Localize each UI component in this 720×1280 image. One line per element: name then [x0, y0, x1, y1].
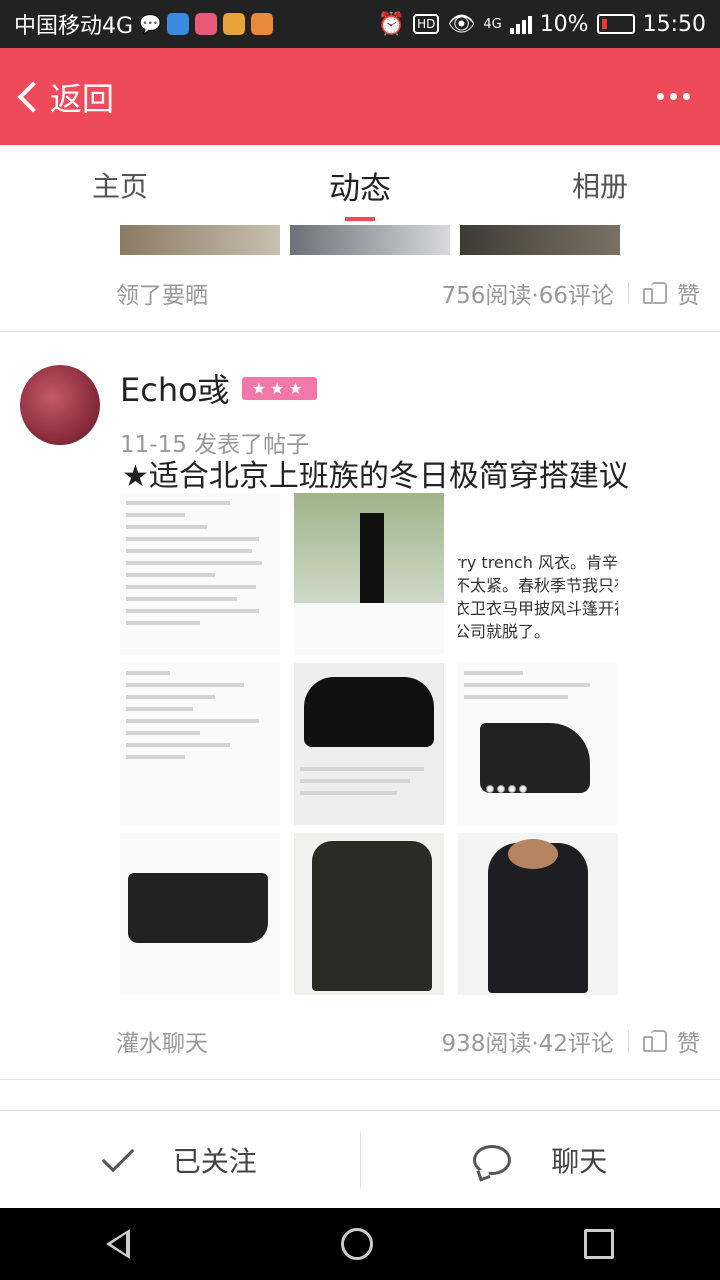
system-nav-bar: [0, 1208, 720, 1280]
check-icon: [101, 1139, 134, 1172]
app-notification-icon: [251, 13, 274, 35]
back-button[interactable]: 返回: [0, 74, 114, 120]
post-footer: 领了要晒 756阅读·66评论 赞: [0, 255, 720, 331]
post-image-order-screenshot[interactable]: [120, 663, 280, 825]
like-button[interactable]: 赞: [643, 1024, 700, 1058]
chevron-left-icon: [17, 80, 49, 113]
post-image-pearl-boots[interactable]: [458, 663, 618, 825]
text-lines-decoration: [126, 501, 274, 633]
post-image[interactable]: [290, 225, 450, 255]
post-image-chelsea-boot[interactable]: [120, 833, 280, 995]
nav-back-icon[interactable]: [105, 1229, 130, 1259]
chat-button[interactable]: 聊天: [361, 1140, 720, 1180]
post-image-loafers[interactable]: [294, 663, 444, 825]
tab-activity[interactable]: 动态: [240, 145, 480, 225]
post-separator: [0, 331, 720, 345]
tab-home[interactable]: 主页: [0, 145, 240, 225]
photo-decoration: [508, 839, 558, 869]
hd-icon: HD: [413, 14, 440, 34]
tab-label: 主页: [91, 170, 148, 203]
carrier-label: 中国移动4G: [14, 14, 134, 39]
divider: [628, 1030, 629, 1052]
photo-decoration: [304, 677, 434, 747]
photo-decoration: [312, 841, 432, 991]
photo-decoration: [128, 873, 268, 943]
follow-button[interactable]: 已关注: [0, 1139, 360, 1180]
previous-post-images: [0, 225, 720, 255]
nav-recent-apps-icon[interactable]: [584, 1229, 615, 1259]
post-stats: 756阅读·66评论: [441, 283, 614, 309]
like-button[interactable]: 赞: [643, 276, 700, 310]
message-icon: 💬: [139, 13, 162, 35]
alarm-icon: ⏰: [377, 11, 406, 37]
weibo-icon: [223, 13, 246, 35]
divider: [628, 282, 629, 304]
chat-label: 聊天: [551, 1144, 608, 1178]
thumbs-up-icon: [643, 1030, 667, 1052]
follow-label: 已关注: [172, 1144, 257, 1178]
post-image-puffer-jacket[interactable]: [294, 833, 444, 995]
nav-home-icon[interactable]: [340, 1228, 373, 1260]
network-label: 4G: [483, 16, 502, 32]
more-dots-icon: [657, 93, 664, 100]
eye-icon: 👁: [447, 11, 476, 37]
post-category[interactable]: 领了要晒: [116, 276, 208, 310]
signal-icon: [509, 14, 532, 34]
text-lines-decoration: [126, 671, 274, 767]
app-notification-icon: [195, 13, 218, 35]
avatar[interactable]: [20, 365, 100, 445]
photo-decoration: [294, 493, 444, 603]
image-caption-text: rry trench 风衣。肯辛顿 不太紧。春秋季节我只有 衣卫衣马甲披风斗篷开…: [458, 553, 618, 641]
tab-album[interactable]: 相册: [480, 145, 720, 225]
author-row: Echo彧 ★★★: [120, 365, 317, 411]
status-bar: 中国移动4G 💬 ⏰ HD 👁 4G 10% 15:50: [0, 0, 720, 48]
back-label: 返回: [50, 79, 115, 118]
bottom-action-bar: 已关注 聊天: [0, 1110, 720, 1208]
post-image-grid: rry trench 风衣。肯辛顿 不太紧。春秋季节我只有 衣卫衣马甲披风斗篷开…: [0, 493, 720, 995]
post-image[interactable]: [460, 225, 620, 255]
post-header: Echo彧 ★★★ 11-15 发表了帖子: [0, 345, 720, 459]
app-notification-icon: [167, 13, 190, 35]
post-time: 11-15 发表了帖子: [120, 432, 310, 458]
post-stats: 938阅读·42评论: [441, 1031, 614, 1057]
text-lines-decoration: [464, 671, 612, 707]
chat-bubble-icon: [473, 1144, 512, 1175]
profile-tabs: 主页 动态 相册: [0, 145, 720, 225]
activity-feed[interactable]: 领了要晒 756阅读·66评论 赞 Echo彧 ★★★ 11-15 发表了帖子 …: [0, 225, 720, 1110]
post-image-boots[interactable]: [294, 493, 444, 655]
post-image-text-crop[interactable]: rry trench 风衣。肯辛顿 不太紧。春秋季节我只有 衣卫衣马甲披风斗篷开…: [458, 493, 618, 655]
photo-decoration: [480, 723, 590, 793]
tab-label: 动态: [329, 170, 391, 207]
thumbs-up-icon: [643, 282, 667, 304]
tab-label: 相册: [571, 170, 628, 203]
post-image-parka[interactable]: [458, 833, 618, 995]
like-label: 赞: [677, 1031, 700, 1057]
battery-percent: 10%: [539, 11, 589, 37]
post-footer: 灌水聊天 938阅读·42评论 赞: [0, 1003, 720, 1079]
clock: 15:50: [642, 11, 706, 37]
active-tab-indicator: [345, 217, 375, 221]
author-name[interactable]: Echo彧: [120, 365, 230, 411]
more-menu-button[interactable]: [657, 93, 690, 100]
post-category[interactable]: 灌水聊天: [116, 1024, 208, 1058]
photo-decoration: [486, 785, 527, 793]
like-label: 赞: [677, 283, 700, 309]
level-badge: ★★★: [241, 376, 317, 400]
post-separator: [0, 1079, 720, 1093]
post-card[interactable]: Echo彧 ★★★ 11-15 发表了帖子 ★适合北京上班族的冬日极简穿搭建议: [0, 345, 720, 1093]
battery-icon: [596, 14, 635, 34]
post-image[interactable]: [120, 225, 280, 255]
app-bar: 返回: [0, 48, 720, 145]
post-meta: Echo彧 ★★★ 11-15 发表了帖子: [120, 355, 317, 459]
text-lines-decoration: [300, 767, 438, 803]
post-image-text-screenshot[interactable]: [120, 493, 280, 655]
